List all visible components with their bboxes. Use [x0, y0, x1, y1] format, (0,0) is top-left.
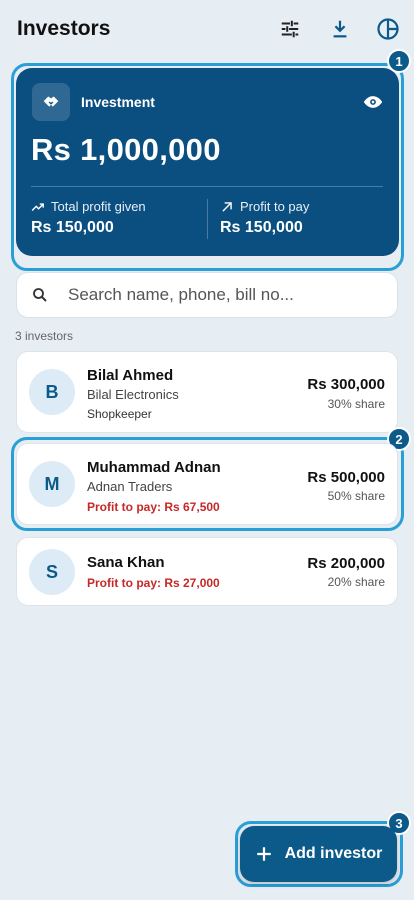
- page-title: Investors: [17, 17, 111, 40]
- add-investor-label: Add investor: [284, 845, 383, 862]
- investor-share: 50% share: [327, 489, 385, 503]
- trending-up-icon: [31, 202, 44, 211]
- investor-amount: Rs 500,000: [307, 469, 385, 486]
- app-bar: Investors: [0, 0, 414, 60]
- investor-amount: Rs 200,000: [307, 555, 385, 572]
- search-input[interactable]: [68, 281, 388, 309]
- search-icon: [33, 288, 47, 302]
- total-profit-value: Rs 150,000: [31, 219, 114, 236]
- investor-share: 30% share: [327, 397, 385, 411]
- investor-profit-to-pay: Profit to pay: Rs 67,500: [87, 500, 220, 514]
- investor-business: Bilal Electronics: [87, 387, 179, 402]
- search-bar: [16, 272, 398, 318]
- handshake-icon: [32, 83, 70, 121]
- add-investor-button[interactable]: Add investor: [240, 826, 397, 882]
- pie-chart-icon: [377, 18, 399, 40]
- investor-share: 20% share: [327, 575, 385, 589]
- plus-icon: [256, 847, 271, 861]
- investor-business: Adnan Traders: [87, 479, 173, 494]
- investment-summary-card[interactable]: Investment Rs 1,000,000 Total profit giv…: [16, 68, 399, 256]
- investor-name: Muhammad Adnan: [87, 459, 221, 476]
- total-profit-stat: Total profit given Rs 150,000: [31, 199, 146, 237]
- investor-role: Shopkeeper: [87, 407, 152, 421]
- investor-name: Bilal Ahmed: [87, 367, 174, 384]
- profit-to-pay-label: Profit to pay: [240, 199, 310, 214]
- total-profit-label: Total profit given: [51, 199, 146, 214]
- investor-profit-to-pay: Profit to pay: Rs 27,000: [87, 576, 220, 590]
- avatar: S: [29, 549, 75, 595]
- download-icon: [333, 20, 347, 38]
- avatar: B: [29, 369, 75, 415]
- download-button[interactable]: [327, 16, 353, 42]
- stat-divider: [207, 199, 208, 239]
- investment-amount: Rs 1,000,000: [31, 132, 221, 167]
- investor-amount: Rs 300,000: [307, 376, 385, 393]
- profit-to-pay-value: Rs 150,000: [220, 219, 303, 236]
- investor-card[interactable]: S Sana Khan Profit to pay: Rs 27,000 Rs …: [16, 537, 398, 606]
- investment-label: Investment: [81, 94, 155, 110]
- filter-sliders-icon: [281, 20, 299, 38]
- avatar: M: [29, 461, 75, 507]
- eye-icon[interactable]: [363, 92, 383, 112]
- card-divider: [31, 186, 383, 187]
- profit-to-pay-stat: Profit to pay Rs 150,000: [220, 199, 309, 237]
- investor-name: Sana Khan: [87, 554, 165, 571]
- arrow-up-right-icon: [222, 201, 232, 212]
- filter-button[interactable]: [277, 16, 303, 42]
- investor-count: 3 investors: [15, 329, 74, 343]
- investor-card[interactable]: B Bilal Ahmed Bilal Electronics Shopkeep…: [16, 351, 398, 433]
- pie-chart-button[interactable]: [375, 16, 401, 42]
- investor-card[interactable]: M Muhammad Adnan Adnan Traders Profit to…: [16, 443, 398, 525]
